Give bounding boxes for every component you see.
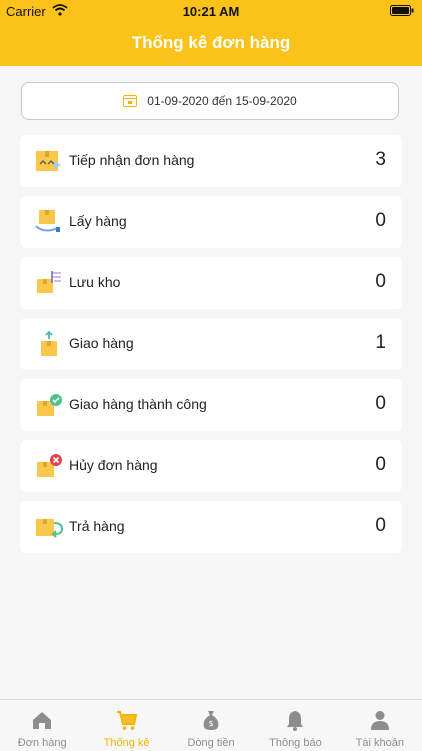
cart-icon	[116, 711, 137, 730]
stat-count: 0	[375, 515, 386, 536]
tab-cashflow[interactable]: $ Dòng tiền	[169, 700, 253, 751]
delivery-box-icon	[41, 330, 57, 356]
tab-bar: Đơn hàng Thống kê $ Dòng tiền Thông báo …	[0, 699, 422, 751]
svg-text:$: $	[208, 719, 213, 728]
return-box-icon	[36, 519, 64, 538]
tab-account[interactable]: Tài khoản	[338, 700, 422, 751]
stat-row-delivery[interactable]: Giao hàng 1	[20, 318, 402, 370]
stat-row-cancelled[interactable]: Hủy đơn hàng 0	[20, 440, 402, 492]
stat-label: Hủy đơn hàng	[69, 457, 158, 473]
tab-label: Tài khoản	[355, 737, 404, 749]
delivered-check-icon	[37, 394, 62, 416]
stat-label: Lưu kho	[69, 274, 121, 290]
receive-box-icon	[36, 151, 61, 171]
tab-label: Thông báo	[269, 737, 322, 749]
stat-count: 0	[375, 393, 386, 414]
cancel-order-icon	[37, 454, 62, 477]
app-header: Carrier 10:21 AM Thống kê đơn hàng	[0, 0, 422, 66]
stat-count: 0	[375, 271, 386, 292]
money-bag-icon: $	[203, 711, 219, 730]
warehouse-box-icon	[37, 271, 61, 293]
stat-label: Tiếp nhận đơn hàng	[69, 152, 195, 168]
stat-label: Giao hàng	[69, 335, 134, 351]
stat-row-delivered[interactable]: Giao hàng thành công 0	[20, 379, 402, 431]
stat-label: Giao hàng thành công	[69, 396, 207, 412]
tab-label: Thống kê	[103, 737, 150, 749]
calendar-icon	[123, 95, 138, 107]
stat-count: 3	[375, 149, 386, 170]
pickup-box-icon	[35, 210, 60, 232]
user-icon	[370, 711, 389, 730]
tab-label: Dòng tiền	[187, 737, 235, 749]
bell-icon	[287, 711, 304, 731]
stat-row-received[interactable]: Tiếp nhận đơn hàng 3	[20, 135, 402, 187]
stat-count: 1	[375, 332, 386, 353]
tab-notifications[interactable]: Thông báo	[253, 700, 337, 751]
tab-orders[interactable]: Đơn hàng	[0, 700, 84, 751]
tab-label: Đơn hàng	[17, 737, 67, 749]
stat-row-returned[interactable]: Trả hàng 0	[20, 501, 402, 553]
battery-icon	[390, 5, 414, 16]
page-title: Thống kê đơn hàng	[131, 33, 291, 52]
stat-count: 0	[375, 210, 386, 231]
date-range-text: 01-09-2020 đến 15-09-2020	[147, 94, 297, 108]
stat-row-warehouse[interactable]: Lưu kho 0	[20, 257, 402, 309]
status-time: 10:21 AM	[182, 4, 240, 19]
stat-label: Lấy hàng	[69, 213, 127, 229]
stat-label: Trả hàng	[69, 518, 125, 534]
status-bar: Carrier 10:21 AM	[0, 0, 422, 22]
stats-list: Tiếp nhận đơn hàng 3 Lấy hàng 0 Lưu kho …	[20, 135, 402, 562]
stat-count: 0	[375, 454, 386, 475]
tab-statistics[interactable]: Thống kê	[84, 700, 168, 751]
stat-row-pickup[interactable]: Lấy hàng 0	[20, 196, 402, 248]
date-range-picker[interactable]: 01-09-2020 đến 15-09-2020	[21, 82, 399, 120]
home-icon	[33, 712, 52, 729]
